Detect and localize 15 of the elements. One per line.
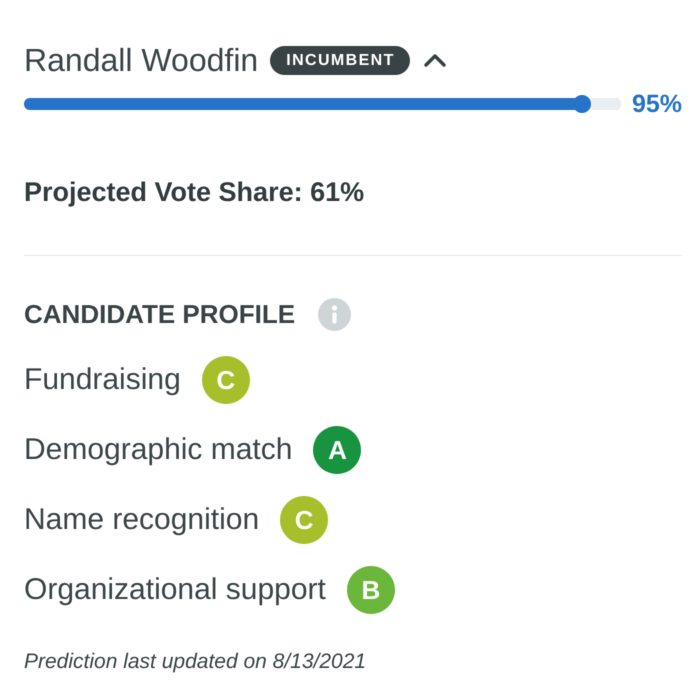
grade-badge: C <box>202 356 250 404</box>
profile-label: Fundraising <box>24 362 181 398</box>
caret-up-icon[interactable] <box>424 53 446 67</box>
profile-label: Organizational support <box>24 572 326 608</box>
grade-badge: A <box>313 426 362 474</box>
profile-label: Name recognition <box>24 502 260 538</box>
projected-vote-share: Projected Vote Share: 61% <box>24 176 366 209</box>
percent-label: 95% <box>632 89 682 119</box>
section-heading: CANDIDATE PROFILE <box>24 298 296 331</box>
profile-label: Demographic match <box>24 432 292 468</box>
grade-badge: B <box>346 566 395 614</box>
candidate-name: Randall Woodfin <box>24 42 258 78</box>
grade-badge: C <box>280 496 328 544</box>
incumbent-badge: INCUMBENT <box>270 46 410 74</box>
update-note: Prediction last updated on 8/13/2021 <box>24 649 368 675</box>
